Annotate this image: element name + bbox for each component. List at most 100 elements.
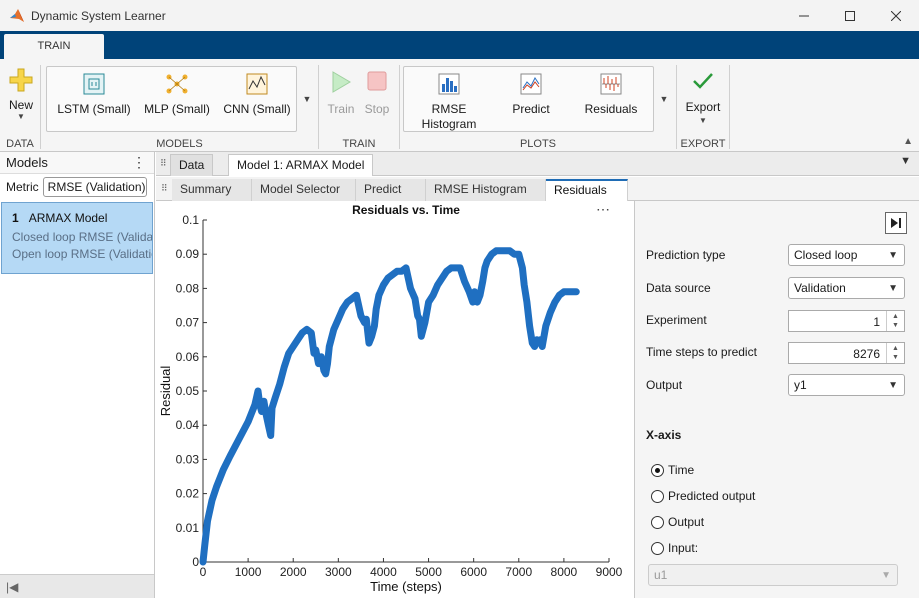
spinner-arrows[interactable]: ▲ ▼	[886, 311, 904, 331]
mlp-network-icon	[166, 74, 188, 94]
radio-circle[interactable]	[651, 463, 664, 477]
collapse-panel-button[interactable]	[885, 212, 907, 234]
radio-time[interactable]: Time	[651, 463, 694, 477]
radio-selected-dot	[655, 467, 660, 473]
lstm-small-label: LSTM (Small)	[57, 102, 131, 116]
model-name: ARMAX Model	[28, 211, 108, 225]
more-options-icon[interactable]: ⋮	[132, 154, 146, 171]
tab-train[interactable]: TRAIN	[4, 34, 104, 59]
histogram-icon	[438, 73, 460, 95]
radio-circle[interactable]	[651, 515, 664, 529]
stop-button[interactable]: Stop	[361, 70, 393, 116]
radio-time-label: Time	[668, 463, 695, 477]
experiment-label: Experiment	[646, 313, 707, 327]
models-panel: Models ⋮ Metric RMSE (Validation) 1 ARMA…	[0, 152, 155, 598]
down-arrow-icon[interactable]: ▼	[892, 353, 899, 362]
mlp-small-label: MLP (Small)	[144, 102, 210, 116]
export-button-label: Export	[685, 100, 721, 114]
tab-predict[interactable]: Predict	[356, 179, 426, 201]
predict-button[interactable]: Predict	[492, 72, 570, 116]
settings-panel: Prediction type Closed loop ▼ Data sourc…	[634, 201, 919, 598]
metric-row: Metric RMSE (Validation)	[0, 174, 154, 200]
up-arrow-icon[interactable]: ▲	[892, 344, 899, 353]
grip-icon: ⠿	[161, 183, 168, 193]
x-tick-label: 2000	[280, 565, 307, 579]
y-tick-label: 0.09	[176, 247, 200, 261]
plus-icon	[9, 68, 33, 92]
down-arrow-icon[interactable]: ▼	[892, 321, 899, 330]
residuals-button[interactable]: Residuals	[572, 72, 650, 116]
time-steps-spinner[interactable]: 8276 ▲ ▼	[788, 342, 905, 364]
model-index: 1	[12, 211, 19, 225]
rmse-histogram-button[interactable]: RMSE Histogram	[410, 72, 488, 132]
x-tick-label: 0	[200, 565, 207, 579]
residuals-plot-area: ⋯ 0 1000 2000 3000 4000 5000 6000 7000 8000 9000 0…	[156, 201, 633, 598]
up-arrow-icon[interactable]: ▲	[892, 312, 899, 321]
minimize-button[interactable]	[781, 0, 827, 31]
data-source-dropdown[interactable]: Validation ▼	[788, 277, 905, 299]
collapse-toolstrip-icon[interactable]: ▲	[903, 136, 913, 147]
residuals-chart[interactable]: 0 1000 2000 3000 4000 5000 6000 7000 8000 9000 0 0.…	[156, 201, 633, 598]
model-list-item[interactable]: 1 ARMAX Model Closed loop RMSE (Validati…	[1, 202, 153, 274]
models-gallery-expand[interactable]: ▼	[297, 66, 317, 132]
new-button-label: New	[8, 98, 33, 112]
metric-dropdown[interactable]: RMSE (Validation)	[42, 177, 147, 197]
mlp-small-button[interactable]: MLP (Small)	[137, 72, 217, 116]
chevron-down-icon: ▼	[699, 116, 707, 125]
tab-summary[interactable]: Summary	[172, 179, 252, 201]
y-tick-label: 0.01	[176, 521, 200, 535]
output-dropdown[interactable]: y1 ▼	[788, 374, 905, 396]
maximize-button[interactable]	[827, 0, 873, 31]
radio-circle[interactable]	[651, 541, 664, 555]
y-tick-label: 0.07	[176, 316, 200, 330]
lstm-icon	[83, 73, 105, 95]
plots-section: RMSE Histogram Predict Residuals ▼ PLOTS	[400, 59, 676, 152]
model-item-title: 1 ARMAX Model	[12, 211, 152, 225]
minimize-icon	[799, 15, 809, 16]
train-button[interactable]: Train	[325, 70, 357, 116]
plots-gallery-expand[interactable]: ▼	[654, 66, 674, 132]
x-tick-label: 1000	[235, 565, 262, 579]
prediction-type-dropdown[interactable]: Closed loop ▼	[788, 244, 905, 266]
tab-data[interactable]: Data	[170, 154, 214, 176]
radio-output[interactable]: Output	[651, 515, 704, 529]
tab-residuals[interactable]: Residuals	[546, 179, 628, 201]
tab-model-armax[interactable]: Model 1: ARMAX Model	[228, 154, 374, 176]
models-gallery: LSTM (Small) MLP (Small) CNN (Small)	[46, 66, 297, 132]
radio-input[interactable]: Input:	[651, 541, 698, 555]
input-dropdown[interactable]: u1 ▼	[648, 564, 898, 586]
plots-gallery: RMSE Histogram Predict Residuals	[403, 66, 654, 132]
chevron-down-icon: ▼	[17, 112, 25, 121]
stop-icon	[367, 71, 387, 91]
chevron-down-icon: ▼	[888, 380, 898, 391]
spinner-arrows[interactable]: ▲ ▼	[886, 343, 904, 363]
tab-rmse-histogram[interactable]: RMSE Histogram	[426, 179, 546, 201]
tab-model-selector[interactable]: Model Selector	[252, 179, 356, 201]
radio-circle[interactable]	[651, 489, 664, 503]
predict-label: Predict	[512, 102, 550, 116]
ribbon-tab-strip: TRAIN	[0, 31, 919, 59]
chevron-down-icon: ▼	[659, 94, 669, 104]
x-tick-label: 8000	[551, 565, 578, 579]
y-tick-label: 0.02	[176, 487, 200, 501]
export-section-label: EXPORT	[680, 138, 726, 150]
checkmark-icon	[693, 73, 713, 89]
close-button[interactable]	[873, 0, 919, 31]
chevron-down-icon[interactable]: ▼	[900, 155, 911, 167]
experiment-spinner[interactable]: 1 ▲ ▼	[788, 310, 905, 332]
y-tick-label: 0.04	[176, 418, 200, 432]
x-tick-label: 7000	[505, 565, 532, 579]
x-tick-label: 9000	[596, 565, 623, 579]
y-tick-label: 0.1	[182, 213, 199, 227]
new-button[interactable]: New ▼	[6, 67, 36, 121]
toolstrip: New ▼ DATA LSTM (Small) MLP (Small) CNN …	[0, 59, 919, 152]
scroll-left-icon[interactable]: |◀	[6, 580, 18, 594]
y-tick-label: 0.08	[176, 281, 200, 295]
export-button[interactable]: Export ▼	[681, 69, 725, 125]
y-axis-label: Residual	[158, 366, 173, 417]
cnn-small-button[interactable]: CNN (Small)	[217, 72, 297, 116]
radio-predicted-output[interactable]: Predicted output	[651, 489, 755, 503]
title-bar: Dynamic System Learner	[0, 0, 919, 31]
lstm-small-button[interactable]: LSTM (Small)	[53, 72, 135, 116]
predict-plot-icon	[520, 73, 542, 95]
